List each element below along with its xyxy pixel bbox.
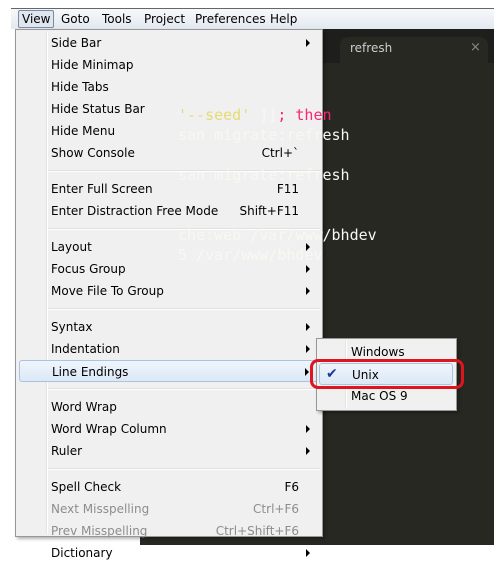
menu-separator <box>48 468 320 470</box>
menu-item-label: Spell Check <box>51 480 122 494</box>
submenu-arrow-icon <box>306 447 310 455</box>
submenu-arrow-icon <box>306 345 310 353</box>
code-line: san migrate:refresh <box>178 166 350 184</box>
menu-item-label: Word Wrap <box>51 400 117 414</box>
menu-item-label: Line Endings <box>52 365 129 379</box>
code-token: 5 /var/www/bhdev <box>178 246 323 264</box>
submenu-arrow-icon <box>306 549 310 557</box>
menu-goto[interactable]: Goto <box>61 12 90 26</box>
menu-item-label: Indentation <box>51 342 120 356</box>
menu-item-dictionary[interactable]: Dictionary <box>19 542 319 564</box>
menu-tools[interactable]: Tools <box>102 12 132 26</box>
menu-item-label: Layout <box>51 240 92 254</box>
code-line: '--seed' ]]; then <box>178 106 332 124</box>
menu-bar: View Goto Tools Project Preferences Help <box>11 8 494 29</box>
menu-item-label: Syntax <box>51 320 93 334</box>
code-token: '--seed' <box>178 106 251 124</box>
menu-item-label: Prev Misspelling <box>51 524 148 538</box>
menu-item-show-console[interactable]: Show Console Ctrl+` <box>19 142 319 164</box>
shortcut-label: Ctrl+Shift+F6 <box>215 524 299 538</box>
shortcut-label: Ctrl+` <box>261 146 299 160</box>
menu-item-label: Enter Full Screen <box>51 182 153 196</box>
menu-item-word-wrap-column[interactable]: Word Wrap Column <box>19 418 319 440</box>
menu-item-spell-check[interactable]: Spell Check F6 <box>19 476 319 498</box>
menu-item-label: Focus Group <box>51 262 126 276</box>
menu-preferences[interactable]: Preferences <box>195 12 266 26</box>
menu-item-label: Enter Distraction Free Mode <box>51 204 219 218</box>
submenu-arrow-icon <box>306 323 310 331</box>
submenu-arrow-icon <box>306 39 310 47</box>
shortcut-label: F11 <box>276 182 299 196</box>
shortcut-label: F6 <box>284 480 299 494</box>
tab-title: refresh <box>350 41 393 55</box>
menu-item-label: Show Console <box>51 146 135 160</box>
code-token: san migrate:refresh <box>178 166 350 184</box>
submenu-item-label: Mac OS 9 <box>351 389 408 403</box>
menu-item-syntax[interactable]: Syntax <box>19 316 319 338</box>
menu-item-side-bar[interactable]: Side Bar <box>19 32 319 54</box>
code-token: san migrate:refresh <box>178 126 350 144</box>
code-line: san migrate:refresh <box>178 126 350 144</box>
menu-item-label: Side Bar <box>51 36 102 50</box>
shortcut-label: Ctrl+F6 <box>253 502 299 516</box>
menu-item-hide-minimap[interactable]: Hide Minimap <box>19 54 319 76</box>
menu-help[interactable]: Help <box>270 12 297 26</box>
menu-item-line-endings[interactable]: Line Endings <box>19 360 319 382</box>
menu-item-enter-distraction-free-mode[interactable]: Enter Distraction Free Mode Shift+F11 <box>19 200 319 222</box>
submenu-item-label: Windows <box>351 345 405 359</box>
menu-item-label: Hide Minimap <box>51 58 134 72</box>
menu-view[interactable]: View <box>18 10 55 28</box>
menu-item-label: Dictionary <box>51 546 113 560</box>
shortcut-label: Shift+F11 <box>239 204 299 218</box>
menu-item-label: Ruler <box>51 444 83 458</box>
code-line: 5 /var/www/bhdev <box>178 246 323 264</box>
close-icon[interactable]: × <box>470 40 481 55</box>
menu-item-next-misspelling: Next Misspelling Ctrl+F6 <box>19 498 319 520</box>
menu-item-label: Hide Status Bar <box>51 102 145 116</box>
menu-separator <box>48 308 320 310</box>
menu-item-hide-tabs[interactable]: Hide Tabs <box>19 76 319 98</box>
submenu-arrow-icon <box>306 425 310 433</box>
code-token: che:web /var/www/bhdev <box>178 226 377 244</box>
annotation-highlight <box>310 359 464 389</box>
menu-separator <box>48 388 320 390</box>
menu-item-label: Hide Menu <box>51 124 116 138</box>
menu-item-word-wrap[interactable]: Word Wrap <box>19 396 319 418</box>
menu-item-move-file-to-group[interactable]: Move File To Group <box>19 280 319 302</box>
code-token: ; then <box>277 106 332 124</box>
submenu-arrow-icon <box>306 265 310 273</box>
submenu-arrow-icon <box>306 287 310 295</box>
menu-item-label: Word Wrap Column <box>51 422 167 436</box>
menu-item-indentation[interactable]: Indentation <box>19 338 319 360</box>
code-token: ]] <box>250 106 278 124</box>
menu-item-ruler[interactable]: Ruler <box>19 440 319 462</box>
menu-project[interactable]: Project <box>144 12 185 26</box>
code-line: che:web /var/www/bhdev <box>178 226 377 244</box>
menu-item-label: Move File To Group <box>51 284 164 298</box>
menu-item-label: Hide Tabs <box>51 80 109 94</box>
menu-item-prev-misspelling: Prev Misspelling Ctrl+Shift+F6 <box>19 520 319 542</box>
submenu-arrow-icon <box>305 368 309 376</box>
menu-item-label: Next Misspelling <box>51 502 150 516</box>
